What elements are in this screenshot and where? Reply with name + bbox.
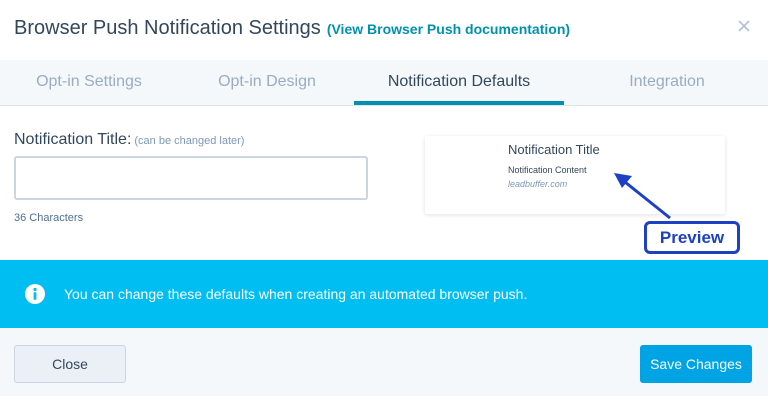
preview-content: Notification Content <box>508 165 587 175</box>
settings-tabs: Opt-in Settings Opt-in Design Notificati… <box>0 60 768 106</box>
save-changes-button[interactable]: Save Changes <box>640 345 752 383</box>
preview-annotation-label: Preview <box>659 228 725 247</box>
preview-annotation: Preview <box>644 221 740 254</box>
active-tab-indicator <box>354 101 564 105</box>
notification-title-input[interactable] <box>14 156 368 200</box>
modal-title: Browser Push Notification Settings (View … <box>14 17 570 40</box>
documentation-link[interactable]: (View Browser Push documentation) <box>327 21 570 37</box>
annotation-arrow-icon <box>614 173 671 220</box>
modal-header: Browser Push Notification Settings (View … <box>0 0 768 60</box>
field-label-text: Notification Title: <box>14 131 132 148</box>
tab-notification-defaults[interactable]: Notification Defaults <box>354 60 564 106</box>
preview-title: Notification Title <box>508 142 600 157</box>
modal-footer: Close Save Changes <box>0 328 768 396</box>
info-icon <box>25 284 45 304</box>
close-icon[interactable] <box>736 18 752 34</box>
info-banner-text: You can change these defaults when creat… <box>64 286 528 302</box>
modal-title-text: Browser Push Notification Settings <box>14 17 321 39</box>
close-button[interactable]: Close <box>14 345 126 383</box>
tab-integration[interactable]: Integration <box>578 60 756 106</box>
preview-domain: leadbuffer.com <box>508 179 568 189</box>
field-hint: (can be changed later) <box>134 135 245 147</box>
push-settings-modal: Browser Push Notification Settings (View … <box>0 0 768 396</box>
info-banner: You can change these defaults when creat… <box>0 260 768 328</box>
tab-opt-in-settings[interactable]: Opt-in Settings <box>0 60 178 106</box>
notification-title-label: Notification Title: (can be changed later… <box>14 131 244 149</box>
character-count: 36 Characters <box>14 212 84 224</box>
tab-opt-in-design[interactable]: Opt-in Design <box>178 60 356 106</box>
